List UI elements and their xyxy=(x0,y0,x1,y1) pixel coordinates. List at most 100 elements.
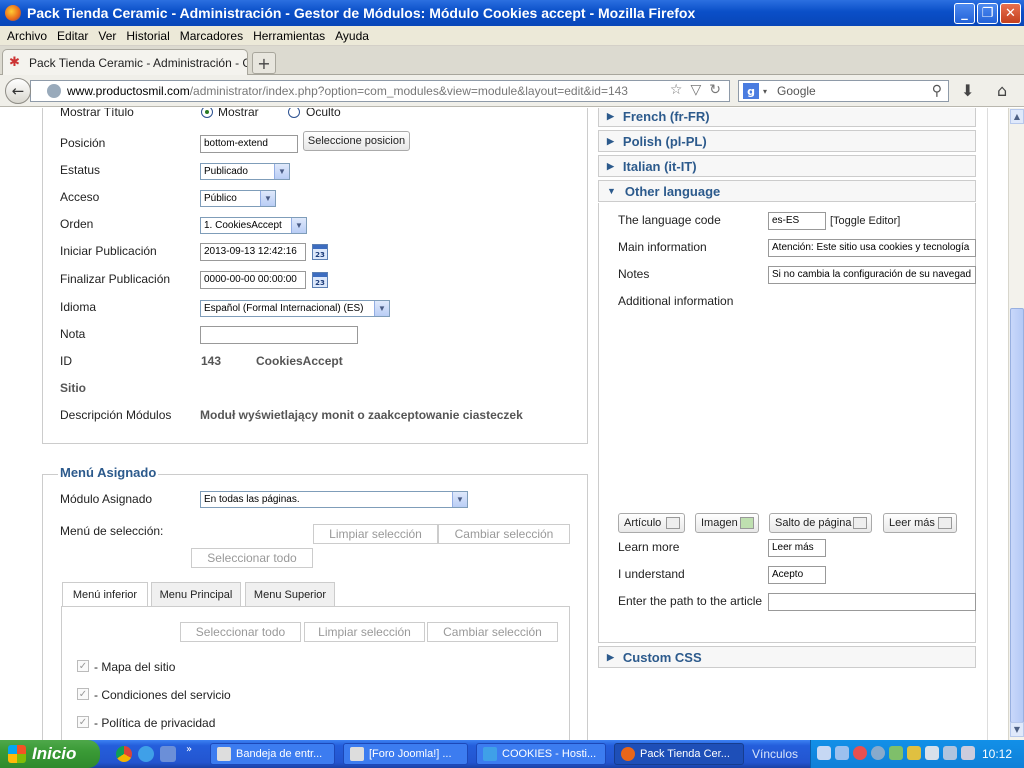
history-dropdown-icon[interactable]: ▽ xyxy=(690,82,701,98)
new-tab-button[interactable]: + xyxy=(252,52,276,74)
menu-archivo[interactable]: Archivo xyxy=(2,29,52,43)
tab-menu-inferior[interactable]: Menú inferior xyxy=(62,582,148,607)
learn-more-input[interactable]: Leer más xyxy=(768,539,826,557)
maximize-button[interactable]: ❐ xyxy=(977,3,998,24)
envelope-icon xyxy=(350,747,364,761)
calendar-icon[interactable]: 23 xyxy=(312,244,328,260)
menu-clear-selection-button[interactable]: Limpiar selección xyxy=(304,622,425,642)
menu-herramientas[interactable]: Herramientas xyxy=(248,29,330,43)
links-toolbar[interactable]: Vínculos xyxy=(752,747,798,761)
search-engine-dropdown-icon[interactable]: ▾ xyxy=(763,87,767,96)
menu-ver[interactable]: Ver xyxy=(93,29,121,43)
i-understand-input[interactable]: Acepto xyxy=(768,566,826,584)
article-path-input[interactable] xyxy=(768,593,976,611)
tray-safely-remove-icon[interactable] xyxy=(961,746,975,760)
bookmark-star-icon[interactable]: ☆ xyxy=(670,82,683,98)
module-assignment-value: En todas las páginas. xyxy=(204,494,300,505)
tray-volume-icon[interactable] xyxy=(925,746,939,760)
internet-explorer-icon[interactable] xyxy=(138,746,154,762)
tray-antivirus-icon[interactable] xyxy=(853,746,867,760)
show-title-option-show: Mostrar xyxy=(218,108,259,119)
module-name-value: CookiesAccept xyxy=(256,354,343,368)
read-more-button[interactable]: Leer más xyxy=(883,513,957,533)
start-publishing-input[interactable]: 2013-09-13 12:42:16 xyxy=(200,243,306,261)
language-code-input[interactable]: es-ES xyxy=(768,212,826,230)
window-controls: _ ❐ ✕ xyxy=(954,3,1021,24)
search-placeholder: Google xyxy=(777,84,816,98)
toggle-editor-link[interactable]: [Toggle Editor] xyxy=(830,215,900,227)
tray-update-icon[interactable] xyxy=(907,746,921,760)
image-button[interactable]: Imagen xyxy=(695,513,759,533)
menu-select-all-button[interactable]: Seleccionar todo xyxy=(180,622,301,642)
toggle-selection-button[interactable]: Cambiar selección xyxy=(438,524,570,544)
search-bar[interactable]: g ▾ Google ⚲ xyxy=(738,80,949,102)
taskbar-clock[interactable]: 10:12 xyxy=(982,747,1012,761)
module-assignment-select[interactable]: En todas las páginas. ▼ xyxy=(200,491,468,508)
browser-tab[interactable]: ✱ Pack Tienda Ceramic - Administración -… xyxy=(2,49,248,75)
menu-assignment-legend: Menú Asignado xyxy=(58,465,159,480)
taskbar-item-firefox[interactable]: Pack Tienda Cer... xyxy=(614,743,744,765)
article-button[interactable]: Artículo xyxy=(618,513,685,533)
accordion-other-language[interactable]: ▼ Other language xyxy=(598,180,976,202)
start-button[interactable]: Inicio xyxy=(0,740,100,768)
page-break-button[interactable]: Salto de página xyxy=(769,513,872,533)
clear-selection-button[interactable]: Limpiar selección xyxy=(313,524,438,544)
vertical-scrollbar[interactable]: ▲ ▼ xyxy=(1008,108,1024,740)
tray-network-icon[interactable] xyxy=(817,746,831,760)
url-bar[interactable]: www.productosmil.com/administrator/index… xyxy=(30,80,730,102)
chrome-icon[interactable] xyxy=(116,746,132,762)
menu-item-checkbox[interactable]: ✓ xyxy=(77,688,89,700)
position-input[interactable]: bottom-extend xyxy=(200,135,298,153)
minimize-button[interactable]: _ xyxy=(954,3,975,24)
select-position-button[interactable]: Seleccione posicion xyxy=(303,131,410,151)
accordion-polish[interactable]: ▶ Polish (pl-PL) xyxy=(598,130,976,152)
access-select[interactable]: Público ▼ xyxy=(200,190,276,207)
additional-information-label: Additional information xyxy=(618,294,734,308)
tray-app-icon[interactable] xyxy=(889,746,903,760)
taskbar-item-cookies[interactable]: COOKIES - Hosti... xyxy=(476,743,606,765)
quicklaunch-icon[interactable] xyxy=(160,746,176,762)
start-label: Inicio xyxy=(32,744,77,763)
reload-icon[interactable]: ↻ xyxy=(709,82,721,98)
select-all-button[interactable]: Seleccionar todo xyxy=(191,548,313,568)
tab-menu-superior[interactable]: Menu Superior xyxy=(245,582,335,606)
tray-shield-icon[interactable] xyxy=(871,746,885,760)
site-label: Sitio xyxy=(60,381,86,395)
notes-input[interactable]: Si no cambia la configuración de su nave… xyxy=(768,266,976,284)
finish-publishing-label: Finalizar Publicación xyxy=(60,272,171,286)
main-information-input[interactable]: Atención: Este sitio usa cookies y tecno… xyxy=(768,239,976,257)
language-select[interactable]: Español (Formal Internacional) (ES) ▼ xyxy=(200,300,390,317)
joomla-favicon-icon: ✱ xyxy=(9,54,20,70)
tab-menu-principal[interactable]: Menu Principal xyxy=(151,582,241,606)
accordion-italian[interactable]: ▶ Italian (it-IT) xyxy=(598,155,976,177)
status-select[interactable]: Publicado ▼ xyxy=(200,163,290,180)
menu-item-checkbox[interactable]: ✓ xyxy=(77,716,89,728)
calendar-icon[interactable]: 23 xyxy=(312,272,328,288)
tray-search-icon[interactable] xyxy=(835,746,849,760)
menu-ayuda[interactable]: Ayuda xyxy=(330,29,374,43)
menu-item-checkbox[interactable]: ✓ xyxy=(77,660,89,672)
finish-publishing-input[interactable]: 0000-00-00 00:00:00 xyxy=(200,271,306,289)
accordion-french[interactable]: ▶ French (fr-FR) xyxy=(598,108,976,127)
scroll-down-arrow-icon[interactable]: ▼ xyxy=(1010,722,1024,737)
home-icon[interactable]: ⌂ xyxy=(997,81,1007,100)
scroll-up-arrow-icon[interactable]: ▲ xyxy=(1010,109,1024,124)
menu-toggle-selection-button[interactable]: Cambiar selección xyxy=(427,622,558,642)
taskbar-item-forum[interactable]: [Foro Joomla!] ... xyxy=(343,743,468,765)
search-icon[interactable]: ⚲ xyxy=(932,83,942,99)
tray-connection-icon[interactable] xyxy=(943,746,957,760)
accordion-custom-css[interactable]: ▶ Custom CSS xyxy=(598,646,976,668)
note-input[interactable] xyxy=(200,326,358,344)
menu-marcadores[interactable]: Marcadores xyxy=(175,29,248,43)
menu-historial[interactable]: Historial xyxy=(121,29,174,43)
quicklaunch-expand-icon[interactable]: » xyxy=(186,744,192,755)
scrollbar-thumb[interactable] xyxy=(1010,308,1024,723)
menu-editar[interactable]: Editar xyxy=(52,29,93,43)
taskbar-item-mail[interactable]: Bandeja de entr... xyxy=(210,743,335,765)
order-select[interactable]: 1. CookiesAccept ▼ xyxy=(200,217,307,234)
download-icon[interactable]: ⬇ xyxy=(961,81,974,100)
back-button[interactable]: ← xyxy=(5,78,31,104)
close-window-button[interactable]: ✕ xyxy=(1000,3,1021,24)
window-titlebar[interactable]: Pack Tienda Ceramic - Administración - G… xyxy=(0,0,1024,26)
mail-icon xyxy=(217,747,231,761)
